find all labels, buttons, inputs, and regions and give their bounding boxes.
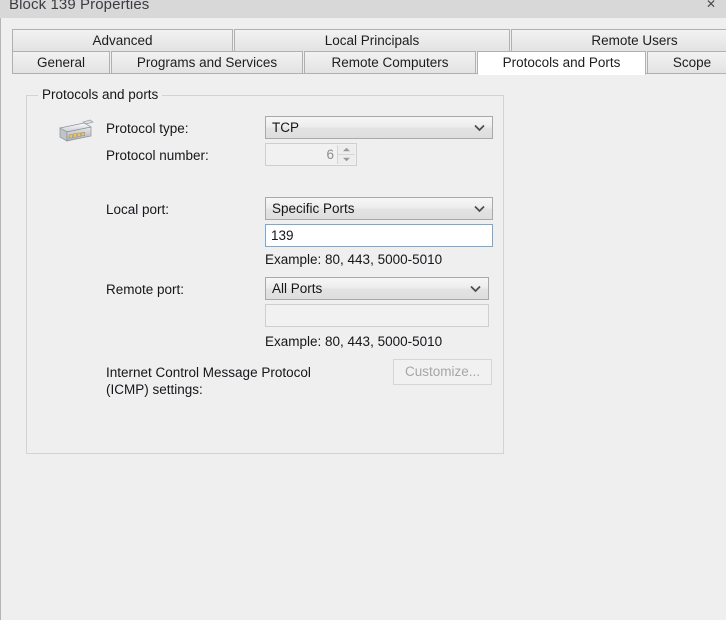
dialog-screen: Block 139 Properties ✕ Advanced Local Pr… [0, 0, 726, 620]
tab-strip: Advanced Local Principals Remote Users G… [12, 29, 726, 75]
tab-local-principals[interactable]: Local Principals [234, 29, 510, 52]
protocol-number-value: 6 [326, 147, 334, 162]
tab-label: Programs and Services [136, 55, 278, 70]
protocol-number-label: Protocol number: [106, 148, 209, 163]
tab-scope[interactable]: Scope [647, 51, 726, 74]
tab-row-bottom: General Programs and Services Remote Com… [12, 51, 726, 75]
tab-label: Local Principals [324, 33, 420, 48]
tab-content-protocols-and-ports: Protocols and ports Protocol type: TCP P… [12, 73, 726, 620]
local-port-combo[interactable]: Specific Ports [265, 197, 493, 220]
groupbox-title: Protocols and ports [38, 87, 163, 102]
tab-advanced[interactable]: Advanced [12, 29, 233, 52]
remote-port-hint: Example: 80, 443, 5000-5010 [265, 334, 443, 349]
tab-label: Protocols and Ports [502, 55, 621, 70]
tab-remote-computers[interactable]: Remote Computers [304, 51, 476, 74]
tab-label: Remote Computers [331, 55, 449, 70]
window-title: Block 139 Properties [9, 0, 150, 13]
local-port-value: Specific Ports [272, 201, 355, 216]
customize-button-label: Customize... [404, 364, 481, 379]
local-port-input[interactable]: 139 [265, 224, 493, 247]
spinner-down-icon [338, 155, 355, 164]
protocol-type-label: Protocol type: [106, 121, 189, 136]
local-port-label: Local port: [106, 202, 170, 217]
chevron-down-icon [474, 124, 485, 132]
remote-port-input [265, 304, 489, 327]
spinner-buttons [337, 145, 355, 164]
tab-protocols-and-ports[interactable]: Protocols and Ports [477, 51, 646, 75]
remote-port-combo[interactable]: All Ports [265, 277, 489, 300]
tab-general[interactable]: General [12, 51, 110, 74]
properties-dialog: Advanced Local Principals Remote Users G… [0, 18, 726, 620]
local-port-input-value: 139 [271, 228, 294, 243]
protocols-and-ports-groupbox: Protocols and ports Protocol type: TCP P… [26, 87, 504, 454]
tab-label: Scope [672, 55, 712, 70]
customize-button: Customize... [393, 359, 492, 385]
tab-label: General [36, 55, 86, 70]
remote-port-label: Remote port: [106, 282, 185, 297]
title-bar: Block 139 Properties ✕ [0, 0, 726, 18]
chevron-down-icon [474, 205, 485, 213]
remote-port-value: All Ports [272, 281, 323, 296]
icmp-settings-label: Internet Control Message Protocol (ICMP)… [106, 365, 311, 397]
tab-programs-and-services[interactable]: Programs and Services [111, 51, 303, 74]
protocol-number-stepper: 6 [265, 143, 357, 166]
network-switch-icon [50, 117, 94, 151]
local-port-hint: Example: 80, 443, 5000-5010 [265, 252, 443, 267]
protocol-type-combo[interactable]: TCP [265, 116, 493, 139]
tab-remote-users[interactable]: Remote Users [511, 29, 726, 52]
close-icon[interactable]: ✕ [704, 0, 718, 11]
tab-label: Advanced [92, 33, 153, 48]
protocol-type-value: TCP [272, 120, 299, 135]
tab-label: Remote Users [591, 33, 678, 48]
chevron-down-icon [470, 285, 481, 293]
spinner-up-icon [338, 145, 355, 155]
tab-row-top: Advanced Local Principals Remote Users [12, 29, 726, 52]
